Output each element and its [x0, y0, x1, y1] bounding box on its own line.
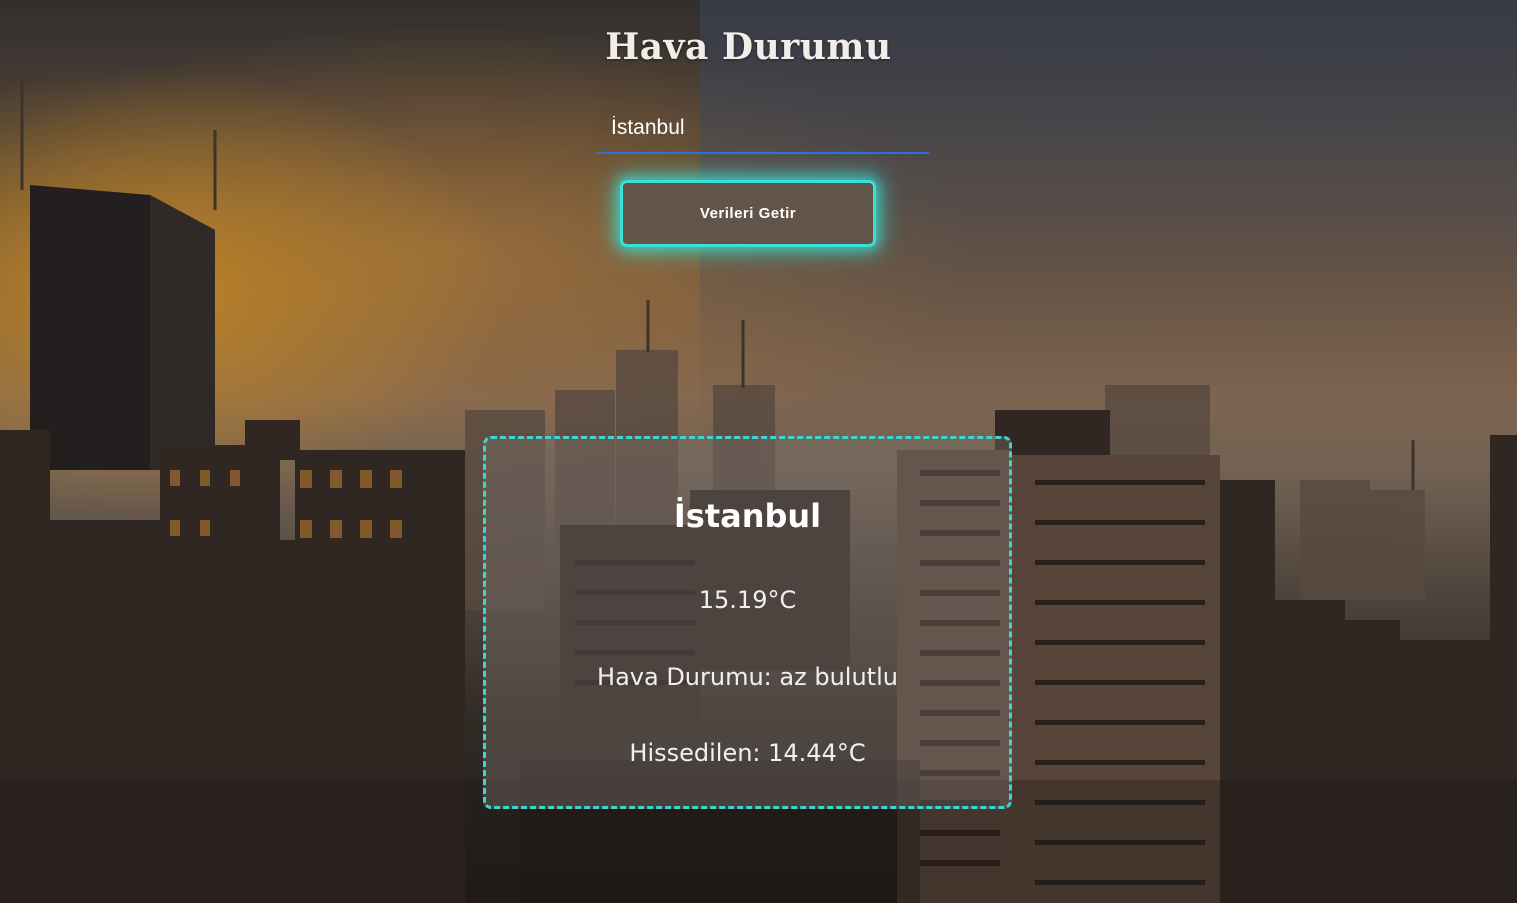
temperature-value: 15.19°C — [698, 586, 797, 614]
weather-description: Hava Durumu: az bulutlu — [597, 663, 898, 691]
page: Hava Durumu Verileri Getir İstanbul 15.1… — [0, 0, 1517, 903]
page-title: Hava Durumu — [605, 26, 892, 68]
city-name: İstanbul — [673, 497, 822, 535]
fetch-data-button[interactable]: Verileri Getir — [623, 183, 873, 244]
city-search-input[interactable] — [597, 104, 929, 154]
weather-result-card: İstanbul 15.19°C Hava Durumu: az bulutlu… — [483, 436, 1012, 809]
feels-like-value: Hissedilen: 14.44°C — [629, 739, 866, 767]
